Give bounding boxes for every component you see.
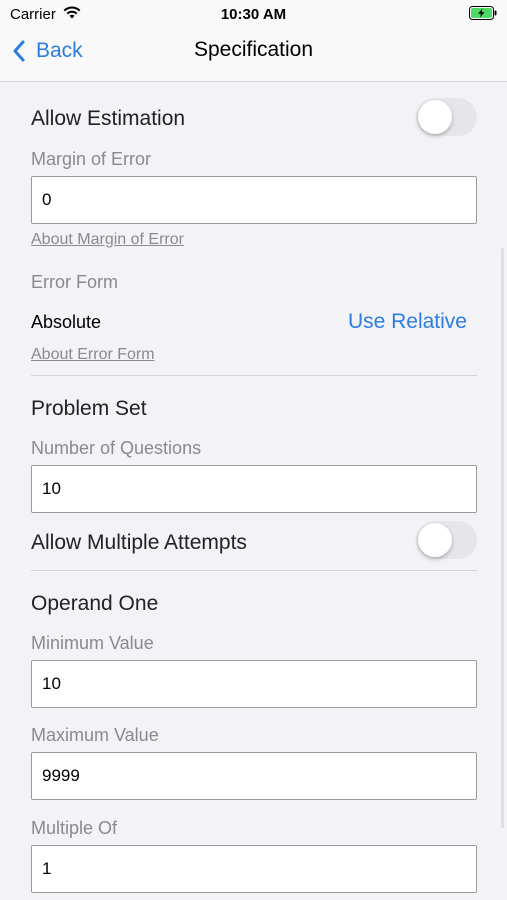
- error-form-label: Error Form: [31, 272, 118, 292]
- minimum-value-input[interactable]: [31, 660, 477, 708]
- section-divider: [31, 570, 477, 571]
- status-time: 10:30 AM: [220, 6, 287, 23]
- margin-of-error-label: Margin of Error: [31, 149, 152, 169]
- allow-multiple-attempts-toggle[interactable]: [416, 521, 477, 559]
- allow-multiple-attempts-label: Allow Multiple Attempts: [31, 531, 247, 554]
- maximum-value-label: Maximum Value: [31, 725, 159, 745]
- problem-set-title: Problem Set: [31, 397, 147, 420]
- status-bar: Carrier 10:30 AM: [0, 0, 507, 28]
- multiple-of-label: Multiple Of: [31, 818, 118, 838]
- margin-of-error-input[interactable]: [31, 176, 477, 224]
- use-relative-button[interactable]: Use Relative: [348, 310, 467, 334]
- error-form-value: Absolute: [31, 312, 102, 332]
- number-of-questions-label: Number of Questions: [31, 438, 202, 458]
- vertical-scrollbar[interactable]: [501, 248, 504, 828]
- about-error-form-link[interactable]: About Error Form: [31, 346, 155, 364]
- number-of-questions-input[interactable]: [31, 465, 477, 513]
- section-divider: [31, 375, 477, 376]
- maximum-value-input[interactable]: [31, 752, 477, 800]
- battery-charging-icon: [469, 6, 497, 25]
- about-margin-of-error-link[interactable]: About Margin of Error: [31, 231, 184, 249]
- multiple-of-input[interactable]: [31, 845, 477, 893]
- allow-estimation-toggle[interactable]: [416, 98, 477, 136]
- allow-estimation-label: Allow Estimation: [31, 107, 186, 130]
- navigation-bar: Back Specification: [0, 28, 507, 82]
- toggle-knob: [418, 100, 452, 134]
- settings-form[interactable]: Allow Estimation Margin of Error About M…: [0, 83, 507, 900]
- toggle-knob: [418, 523, 452, 557]
- minimum-value-label: Minimum Value: [31, 633, 154, 653]
- page-title: Specification: [193, 38, 314, 61]
- operand-one-title: Operand One: [31, 592, 159, 615]
